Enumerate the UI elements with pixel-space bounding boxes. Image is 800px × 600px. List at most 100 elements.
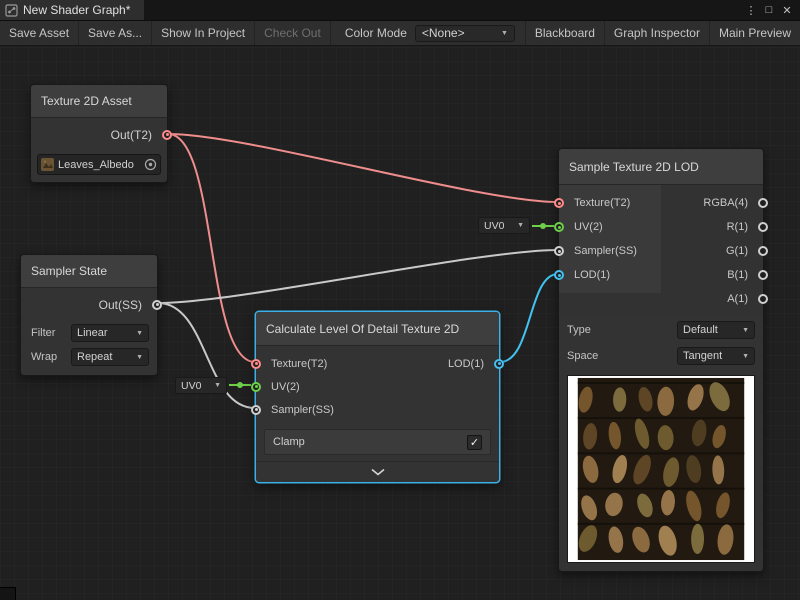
clamp-checkbox[interactable]: ✓ xyxy=(467,435,482,450)
save-asset-button[interactable]: Save Asset xyxy=(0,21,79,45)
window-close-icon[interactable]: ✕ xyxy=(778,4,796,17)
type-setting: Type Default ▼ xyxy=(559,317,763,343)
node-sample-texture-2d-lod[interactable]: Sample Texture 2D LOD Texture(T2) UV(2) … xyxy=(558,148,764,572)
color-mode-label: Color Mode xyxy=(337,26,415,40)
port-row: UV(2) xyxy=(256,375,499,398)
node-calculate-lod-texture2d[interactable]: Calculate Level Of Detail Texture 2D Tex… xyxy=(255,311,500,483)
check-out-button[interactable]: Check Out xyxy=(255,21,331,45)
blackboard-toggle-button[interactable]: Blackboard xyxy=(525,21,604,45)
output-ports-column: RGBA(4) R(1) G(1) B(1) xyxy=(661,185,763,317)
color-mode-dropdown[interactable]: <None> ▼ xyxy=(415,25,515,42)
uv-stub-dot-sample xyxy=(540,223,546,229)
port-row: Texture(T2) xyxy=(559,191,661,215)
space-dropdown[interactable]: Tangent ▼ xyxy=(677,347,755,365)
port-out-rgba[interactable] xyxy=(758,198,768,208)
port-in-uv[interactable] xyxy=(251,382,261,392)
port-out-lod[interactable] xyxy=(494,359,504,369)
corner-tab[interactable] xyxy=(0,587,16,600)
port-row: G(1) xyxy=(661,239,763,263)
window-controls: ⋮ □ ✕ xyxy=(742,0,800,20)
port-row: UV(2) xyxy=(559,215,661,239)
port-out-b[interactable] xyxy=(758,270,768,280)
shader-graph-icon xyxy=(5,4,18,17)
port-out-samplerstate[interactable] xyxy=(152,300,162,310)
port-out-texture2d[interactable] xyxy=(162,130,172,140)
title-bar: New Shader Graph* ⋮ □ ✕ xyxy=(0,0,800,21)
edge-sampler-to-samplelod[interactable] xyxy=(158,250,558,303)
port-in-uv[interactable] xyxy=(554,222,564,232)
port-out-g[interactable] xyxy=(758,246,768,256)
chevron-down-icon: ▼ xyxy=(742,327,749,334)
port-row: R(1) xyxy=(661,215,763,239)
node-title: Texture 2D Asset xyxy=(31,85,167,118)
filter-value: Linear xyxy=(77,327,108,339)
space-setting: Space Tangent ▼ xyxy=(559,343,763,369)
node-title: Calculate Level Of Detail Texture 2D xyxy=(256,312,499,346)
port-section: Texture(T2) UV(2) Sampler(SS) LOD(1) xyxy=(559,185,763,317)
chevron-down-icon: ▼ xyxy=(136,330,143,337)
port-in-texture[interactable] xyxy=(554,198,564,208)
port-label: UV(2) xyxy=(574,221,603,233)
type-dropdown[interactable]: Default ▼ xyxy=(677,321,755,339)
show-in-project-button[interactable]: Show In Project xyxy=(152,21,255,45)
port-label: Texture(T2) xyxy=(574,197,630,209)
type-label: Type xyxy=(567,324,591,336)
node-sampler-state[interactable]: Sampler State Out(SS) Filter Linear ▼ Wr… xyxy=(20,254,158,376)
uv-channel-dropdown-calc[interactable]: UV0 ▼ xyxy=(175,377,227,394)
port-label: LOD(1) xyxy=(448,358,484,370)
port-label: G(1) xyxy=(726,245,748,257)
port-label: UV(2) xyxy=(271,381,300,393)
window-maximize-icon[interactable]: □ xyxy=(760,4,778,16)
port-row: Sampler(SS) xyxy=(256,398,499,421)
port-in-sampler[interactable] xyxy=(554,246,564,256)
graph-inspector-toggle-button[interactable]: Graph Inspector xyxy=(604,21,709,45)
window-menu-icon[interactable]: ⋮ xyxy=(742,4,760,17)
node-title: Sample Texture 2D LOD xyxy=(559,149,763,185)
wrap-setting: Wrap Repeat ▼ xyxy=(21,345,157,369)
graph-toolbar: Save Asset Save As... Show In Project Ch… xyxy=(0,21,800,46)
color-mode-value: <None> xyxy=(422,26,465,40)
port-label: R(1) xyxy=(727,221,748,233)
input-ports-column: Texture(T2) UV(2) Sampler(SS) LOD(1) xyxy=(559,185,661,293)
node-texture-2d-asset[interactable]: Texture 2D Asset Out(T2) Leaves_Albedo xyxy=(30,84,168,183)
object-picker-icon[interactable] xyxy=(144,158,157,171)
port-label: Texture(T2) xyxy=(271,358,327,370)
uv-stub-dot-calc xyxy=(237,382,243,388)
chevron-down-icon: ▼ xyxy=(501,30,508,37)
save-as-button[interactable]: Save As... xyxy=(79,21,152,45)
edge-textureasset-to-calclod[interactable] xyxy=(168,134,255,362)
port-row: Sampler(SS) xyxy=(559,239,661,263)
port-row: LOD(1) xyxy=(559,263,661,287)
port-out-r[interactable] xyxy=(758,222,768,232)
uv-channel-dropdown-sample[interactable]: UV0 ▼ xyxy=(478,217,530,234)
chevron-down-icon: ▼ xyxy=(742,353,749,360)
filter-label: Filter xyxy=(31,327,55,339)
filter-dropdown[interactable]: Linear ▼ xyxy=(71,324,149,342)
port-label: LOD(1) xyxy=(574,269,610,281)
port-in-sampler[interactable] xyxy=(251,405,261,415)
texture-object-field[interactable]: Leaves_Albedo xyxy=(37,154,161,175)
uv-channel-value: UV0 xyxy=(484,220,504,232)
space-label: Space xyxy=(567,350,598,362)
port-in-lod[interactable] xyxy=(554,270,564,280)
clamp-setting: Clamp ✓ xyxy=(264,429,491,455)
port-row: Out(SS) xyxy=(21,288,157,321)
edge-textureasset-to-samplelod[interactable] xyxy=(168,134,558,202)
port-row: LOD(1) xyxy=(448,352,499,375)
graph-canvas[interactable]: Texture 2D Asset Out(T2) Leaves_Albedo S… xyxy=(0,47,800,600)
port-out-a[interactable] xyxy=(758,294,768,304)
port-label: Sampler(SS) xyxy=(574,245,637,257)
filter-setting: Filter Linear ▼ xyxy=(21,321,157,345)
edge-calclod-to-samplelod[interactable] xyxy=(500,274,558,362)
port-row: Out(T2) xyxy=(31,118,167,151)
document-tab[interactable]: New Shader Graph* xyxy=(0,0,144,20)
main-preview-toggle-button[interactable]: Main Preview xyxy=(709,21,800,45)
texture-field-value: Leaves_Albedo xyxy=(58,159,134,171)
port-row: B(1) xyxy=(661,263,763,287)
port-row: RGBA(4) xyxy=(661,191,763,215)
port-label: RGBA(4) xyxy=(703,197,748,209)
chevron-down-icon xyxy=(370,468,386,476)
node-expander[interactable] xyxy=(256,461,499,482)
port-in-texture[interactable] xyxy=(251,359,261,369)
wrap-dropdown[interactable]: Repeat ▼ xyxy=(71,348,149,366)
